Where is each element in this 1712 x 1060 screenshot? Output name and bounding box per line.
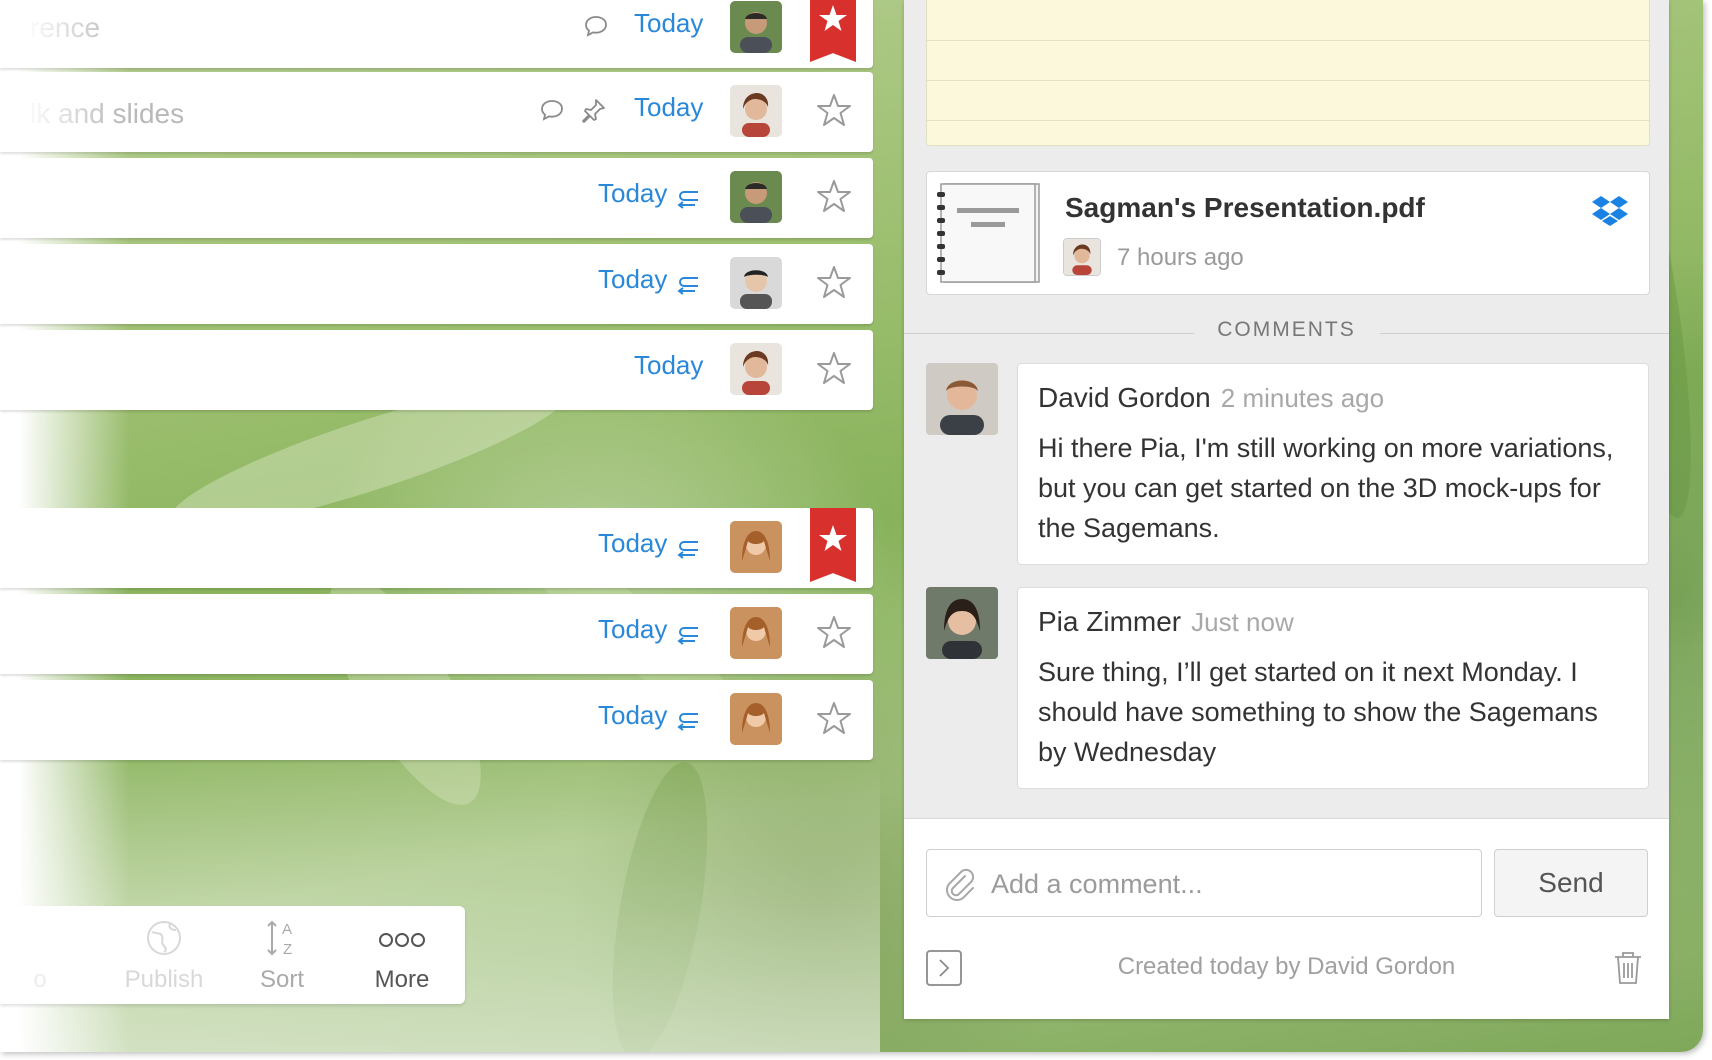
due-date[interactable]: Today [598, 700, 667, 731]
due-date[interactable]: Today [598, 178, 667, 209]
note-area[interactable] [926, 0, 1650, 146]
task-row[interactable]: rence Today [0, 0, 873, 68]
due-date[interactable]: Today [598, 614, 667, 645]
row-fade [0, 508, 120, 588]
file-timestamp: 7 hours ago [1117, 244, 1244, 271]
notebook-icon [935, 180, 1043, 290]
due-date[interactable]: Today [634, 350, 703, 381]
assignee-avatar[interactable] [730, 85, 782, 137]
row-fade [0, 72, 120, 152]
comment-author[interactable]: David Gordon [1038, 382, 1211, 413]
pin-icon [580, 96, 610, 126]
commenter-avatar[interactable] [926, 363, 998, 435]
more-icon [352, 916, 452, 962]
assignee-avatar[interactable] [730, 607, 782, 659]
assignee-avatar[interactable] [730, 693, 782, 745]
recurring-icon [676, 620, 706, 650]
star-icon[interactable] [810, 330, 858, 410]
due-date[interactable]: Today [598, 264, 667, 295]
task-row[interactable]: Today [0, 508, 873, 588]
more-label: More [374, 966, 430, 993]
svg-text:A: A [282, 921, 292, 938]
recurring-icon [676, 706, 706, 736]
star-icon[interactable] [810, 72, 858, 152]
starred-flag[interactable] [810, 0, 856, 62]
due-date[interactable]: Today [598, 528, 667, 559]
star-icon[interactable] [810, 594, 858, 674]
more-button[interactable]: More [352, 916, 452, 994]
comment-icon [538, 96, 568, 126]
svg-text:Z: Z [283, 941, 292, 958]
sort-icon: AZ [232, 916, 332, 962]
publish-button[interactable]: Publish [114, 916, 214, 994]
comment-author-line: David Gordon 2 minutes ago [1038, 382, 1384, 414]
task-row[interactable]: Today [0, 244, 873, 324]
due-date[interactable]: Today [634, 8, 703, 39]
row-fade [0, 680, 120, 760]
task-row[interactable]: Today [0, 158, 873, 238]
task-row[interactable]: lk and slides Today [0, 72, 873, 152]
task-row[interactable]: Today [0, 680, 873, 760]
created-by-text: Created today by David Gordon [1117, 953, 1456, 980]
publish-label: Publish [124, 966, 204, 993]
trash-icon[interactable] [1612, 949, 1644, 991]
star-icon[interactable] [810, 680, 858, 760]
starred-flag[interactable] [810, 508, 856, 582]
task-row[interactable]: Today [0, 594, 873, 674]
row-fade [0, 330, 120, 410]
list-toolbar: o Publish AZ Sort More [0, 906, 465, 1004]
recurring-icon [676, 270, 706, 300]
comment-composer: Send Created today by David Gordon [904, 818, 1669, 1019]
recurring-icon [676, 534, 706, 564]
assignee-avatar[interactable] [730, 343, 782, 395]
row-fade [0, 158, 120, 238]
comment-text: Sure thing, I’ll get started on it next … [1038, 657, 1598, 767]
globe-icon [114, 916, 214, 962]
commenter-avatar[interactable] [926, 587, 998, 659]
file-attachment[interactable]: Sagman's Presentation.pdf 7 hours ago [926, 171, 1650, 295]
comment-input[interactable] [989, 858, 1473, 910]
row-fade [0, 244, 120, 324]
sort-button[interactable]: AZ Sort [232, 916, 332, 994]
comment-author[interactable]: Pia Zimmer [1038, 606, 1181, 637]
partial-icon [10, 916, 70, 962]
app-window: rence Today lk and slides Today [0, 0, 1703, 1052]
assignee-avatar[interactable] [730, 171, 782, 223]
comment-input-box[interactable] [926, 849, 1482, 917]
comment-bubble: Pia Zimmer Just now Sure thing, I’ll get … [1017, 587, 1649, 789]
assignee-avatar[interactable] [730, 521, 782, 573]
recurring-icon [676, 184, 706, 214]
file-name[interactable]: Sagman's Presentation.pdf [1065, 192, 1425, 224]
comments-heading: COMMENTS [1217, 318, 1356, 341]
comment-text: Hi there Pia, I'm still working on more … [1038, 433, 1614, 543]
divider [1380, 333, 1669, 334]
due-date[interactable]: Today [634, 92, 703, 123]
comment-icon [582, 12, 612, 42]
task-row[interactable]: Today [0, 330, 873, 410]
row-fade [0, 0, 120, 68]
partial-label: o [33, 966, 47, 993]
dropbox-icon[interactable] [1592, 194, 1628, 232]
toolbar-partial-button[interactable]: o [10, 916, 70, 994]
comment-bubble: David Gordon 2 minutes ago Hi there Pia, … [1017, 363, 1649, 565]
comment-time: Just now [1191, 607, 1294, 637]
assignee-avatar[interactable] [730, 257, 782, 309]
assignee-avatar[interactable] [730, 1, 782, 53]
star-icon[interactable] [810, 244, 858, 324]
comment-time: 2 minutes ago [1220, 383, 1385, 413]
comment-author-line: Pia Zimmer Just now [1038, 606, 1294, 638]
paperclip-icon[interactable] [941, 866, 977, 906]
file-owner-avatar [1063, 238, 1101, 276]
task-detail-panel: Sagman's Presentation.pdf 7 hours ago CO… [904, 0, 1669, 1019]
sort-label: Sort [259, 966, 304, 993]
star-icon[interactable] [810, 158, 858, 238]
send-button[interactable]: Send [1494, 849, 1648, 917]
row-fade [0, 594, 120, 674]
